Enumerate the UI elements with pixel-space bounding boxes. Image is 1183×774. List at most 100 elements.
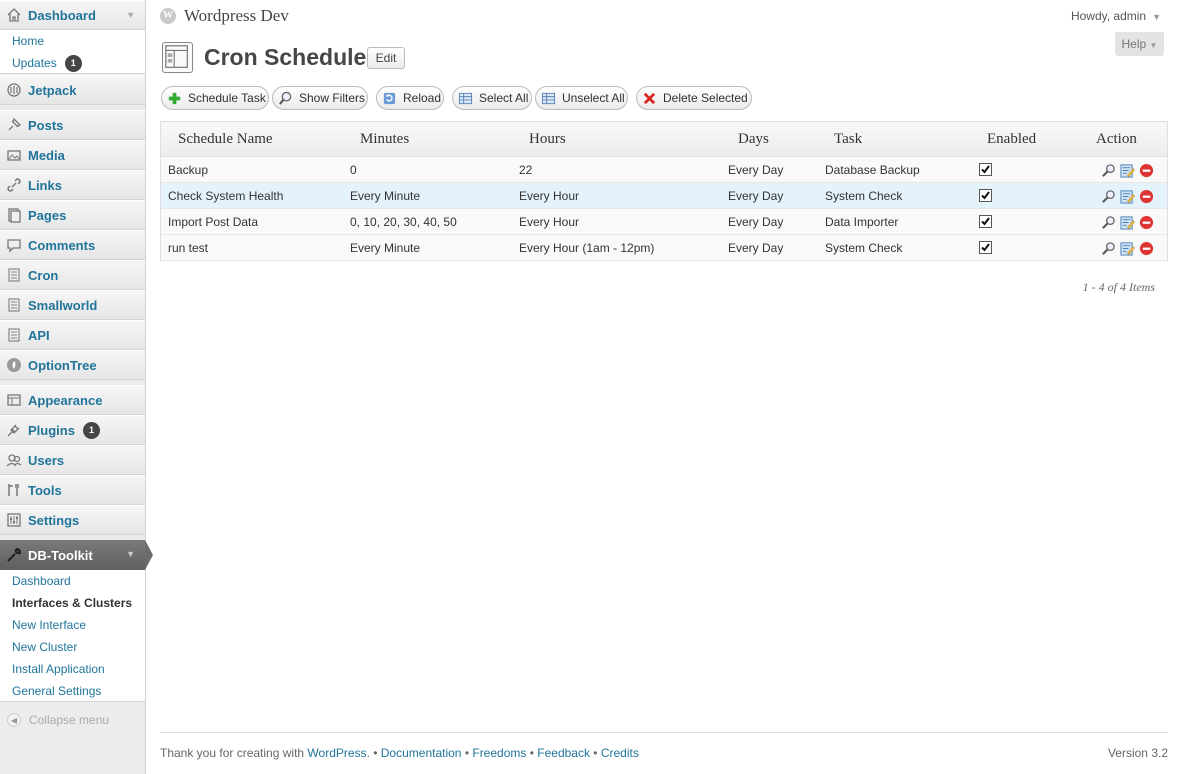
edit-button[interactable]: Edit — [367, 47, 405, 69]
chevron-down-icon: ▼ — [1149, 41, 1158, 50]
submenu-interfaces-clusters[interactable]: Interfaces & Clusters — [0, 592, 145, 614]
menu-jetpack[interactable]: Jetpack — [0, 75, 145, 105]
col-minutes[interactable]: Minutes — [360, 131, 409, 148]
view-magnifier-icon[interactable] — [1101, 241, 1116, 256]
link-icon — [6, 177, 22, 193]
menu-pages[interactable]: Pages — [0, 200, 145, 230]
credits-link[interactable]: Credits — [601, 746, 639, 760]
submenu-new-interface[interactable]: New Interface — [0, 614, 145, 636]
cron-icon — [6, 267, 22, 283]
table-row[interactable]: Backup 0 22 Every Day Database Backup — [161, 157, 1167, 183]
delete-minus-icon[interactable] — [1139, 215, 1154, 230]
col-task[interactable]: Task — [834, 131, 862, 148]
cell-schedule-name: Check System Health — [168, 189, 284, 203]
freedoms-link[interactable]: Freedoms — [472, 746, 526, 760]
menu-label: DB-Toolkit — [28, 547, 93, 563]
col-schedule-name[interactable]: Schedule Name — [178, 131, 273, 148]
menu-appearance[interactable]: Appearance — [0, 385, 145, 415]
view-magnifier-icon[interactable] — [1101, 189, 1116, 204]
submenu-label: Updates — [12, 56, 57, 70]
col-days[interactable]: Days — [738, 131, 769, 148]
submenu-dbt-dashboard[interactable]: Dashboard — [0, 570, 145, 592]
menu-plugins[interactable]: Plugins 1 — [0, 415, 145, 445]
tools-icon — [6, 482, 22, 498]
menu-label: Settings — [28, 512, 80, 528]
cell-days: Every Day — [728, 241, 784, 255]
media-icon — [6, 147, 22, 163]
menu-smallworld[interactable]: Smallworld — [0, 290, 145, 320]
menu-tools[interactable]: Tools — [0, 475, 145, 505]
menu-label: Links — [28, 177, 62, 193]
menu-label: Jetpack — [28, 82, 77, 98]
menu-links[interactable]: Links — [0, 170, 145, 200]
menu-cron[interactable]: Cron — [0, 260, 145, 290]
home-icon — [6, 7, 22, 23]
menu-users[interactable]: Users — [0, 445, 145, 475]
submenu-install-application[interactable]: Install Application — [0, 658, 145, 680]
user-menu[interactable]: Howdy, admin ▼ — [1071, 9, 1161, 23]
edit-pencil-icon[interactable] — [1120, 215, 1135, 230]
reload-button[interactable]: Reload — [376, 86, 444, 110]
menu-media[interactable]: Media — [0, 140, 145, 170]
pushpin-icon — [6, 117, 22, 133]
delete-minus-icon[interactable] — [1139, 241, 1154, 256]
table-select-icon — [458, 90, 473, 106]
menu-api[interactable]: API — [0, 320, 145, 350]
collapse-menu-button[interactable]: ◀ Collapse menu — [0, 708, 145, 732]
table-row[interactable]: run test Every Minute Every Hour (1am - 12… — [161, 235, 1167, 261]
menu-comments[interactable]: Comments — [0, 230, 145, 260]
collapse-arrow-icon: ◀ — [7, 713, 21, 727]
view-magnifier-icon[interactable] — [1101, 215, 1116, 230]
table-unselect-icon — [541, 90, 556, 106]
table-row[interactable]: Import Post Data 0, 10, 20, 30, 40, 50 Eve… — [161, 209, 1167, 235]
button-label: Select All — [479, 91, 529, 105]
enabled-checkbox[interactable] — [979, 163, 992, 176]
cell-days: Every Day — [728, 215, 784, 229]
unselect-all-button[interactable]: Unselect All — [535, 86, 628, 110]
view-magnifier-icon[interactable] — [1101, 163, 1116, 178]
schedule-task-button[interactable]: Schedule Task — [161, 86, 269, 110]
button-label: Unselect All — [562, 91, 625, 105]
table-row[interactable]: Check System Health Every Minute Every Hou… — [161, 183, 1167, 209]
delete-selected-button[interactable]: Delete Selected — [636, 86, 752, 110]
edit-pencil-icon[interactable] — [1120, 241, 1135, 256]
delete-minus-icon[interactable] — [1139, 163, 1154, 178]
show-filters-button[interactable]: Show Filters — [272, 86, 368, 110]
edit-pencil-icon[interactable] — [1120, 189, 1135, 204]
col-enabled[interactable]: Enabled — [987, 131, 1036, 148]
col-hours[interactable]: Hours — [529, 131, 566, 148]
delete-minus-icon[interactable] — [1139, 189, 1154, 204]
documentation-link[interactable]: Documentation — [381, 746, 462, 760]
enabled-checkbox[interactable] — [979, 189, 992, 202]
edit-pencil-icon[interactable] — [1120, 163, 1135, 178]
settings-sliders-icon — [6, 512, 22, 528]
feedback-link[interactable]: Feedback — [537, 746, 590, 760]
admin-header: W Wordpress Dev Howdy, admin ▼ Help ▼ — [146, 0, 1183, 56]
cell-days: Every Day — [728, 189, 784, 203]
page-icon — [162, 42, 193, 73]
enabled-checkbox[interactable] — [979, 241, 992, 254]
help-tab[interactable]: Help ▼ — [1115, 32, 1164, 56]
chevron-down-icon[interactable]: ▼ — [126, 549, 135, 559]
submenu-updates[interactable]: Updates 1 — [0, 52, 145, 74]
chevron-down-icon[interactable]: ▼ — [126, 10, 135, 20]
menu-optiontree[interactable]: OptionTree — [0, 350, 145, 380]
wordpress-link[interactable]: WordPress — [307, 746, 366, 760]
button-label: Reload — [403, 91, 442, 105]
menu-dashboard[interactable]: Dashboard ▼ — [0, 0, 145, 30]
menu-label: Media — [28, 147, 65, 163]
site-title[interactable]: W Wordpress Dev — [160, 6, 289, 26]
cell-hours: 22 — [519, 163, 533, 177]
cron-schedule-table: Schedule Name Minutes Hours Days Task En… — [160, 121, 1168, 261]
menu-posts[interactable]: Posts — [0, 110, 145, 140]
menu-label: Plugins — [28, 422, 75, 438]
api-icon — [6, 327, 22, 343]
menu-settings[interactable]: Settings — [0, 505, 145, 535]
submenu-home[interactable]: Home — [0, 30, 145, 52]
submenu-general-settings[interactable]: General Settings — [0, 680, 145, 702]
menu-db-toolkit[interactable]: DB-Toolkit ▼ — [0, 540, 153, 570]
submenu-new-cluster[interactable]: New Cluster — [0, 636, 145, 658]
button-label: Delete Selected — [663, 91, 748, 105]
select-all-button[interactable]: Select All — [452, 86, 532, 110]
enabled-checkbox[interactable] — [979, 215, 992, 228]
